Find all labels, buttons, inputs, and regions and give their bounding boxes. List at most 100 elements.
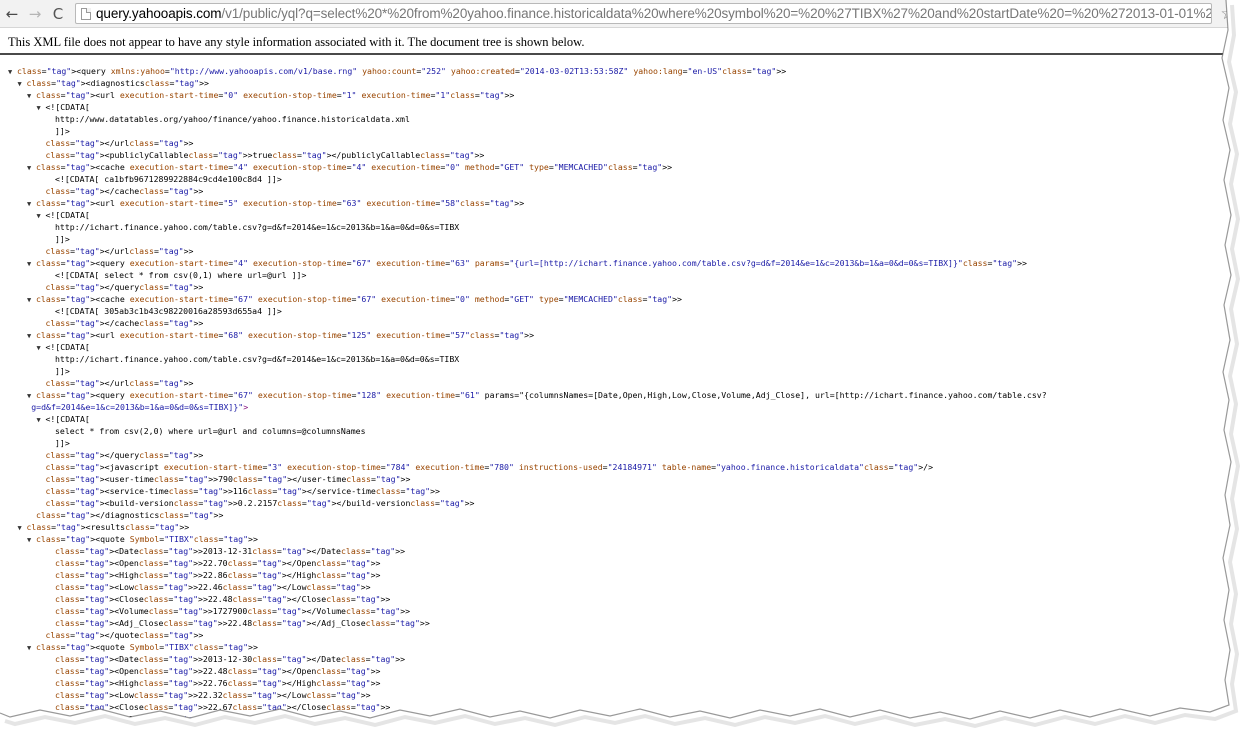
xml-line: g=d&f=2014&e=1&c=2013&b=1&a=0&d=0&s=TIBX… (22, 401, 248, 413)
collapse-triangle-icon[interactable]: ▼ (27, 198, 36, 210)
xml-line-text: class="tag"><Volumeclass="tag">>1743300c… (55, 714, 411, 724)
xml-line: class="tag"></urlclass="tag">> (37, 245, 194, 257)
collapse-triangle-icon[interactable]: ▼ (27, 162, 36, 174)
xml-line-text: <![CDATA[ (45, 102, 90, 112)
xml-node-toggle-line[interactable]: ▼ class="tag"><quote Symbol="TIBX"class="… (27, 533, 258, 545)
xml-line-text: <![CDATA[ (45, 210, 90, 220)
xml-line-text: class="tag"><build-versionclass="tag">>0… (45, 498, 475, 508)
xml-line-text: class="tag"><url execution-start-time="0… (36, 90, 515, 100)
xml-node-toggle-line[interactable]: ▼ class="tag"><quote Symbol="TIBX"class="… (27, 641, 258, 653)
xml-line: class="tag"></urlclass="tag">> (37, 377, 194, 389)
xml-line-text: class="tag"><query execution-start-time=… (36, 390, 1047, 400)
xml-node-toggle-line[interactable]: ▼ class="tag"><resultsclass="tag">> (18, 521, 190, 533)
xml-node-toggle-line[interactable]: ▼ class="tag"><url execution-start-time="… (27, 197, 524, 209)
xml-line-text: class="tag"></urlclass="tag">> (45, 378, 194, 388)
xml-line-text: class="tag"></urlclass="tag">> (45, 138, 194, 148)
xml-line: class="tag"><javascript execution-start-… (37, 461, 934, 473)
address-bar[interactable]: query.yahooapis.com/v1/public/yql?q=sele… (75, 3, 1212, 24)
xml-line: class="tag"><Volumeclass="tag">>1727900c… (46, 605, 410, 617)
collapse-triangle-icon[interactable]: ▼ (37, 210, 46, 222)
xml-line-text: class="tag"></diagnosticsclass="tag">> (36, 510, 224, 520)
xml-line: ]]> (46, 233, 70, 245)
xml-line-text: class="tag"><service-timeclass="tag">>11… (45, 486, 440, 496)
collapse-triangle-icon[interactable]: ▼ (37, 102, 46, 114)
xml-line-text: <![CDATA[ (45, 414, 90, 424)
xml-node-toggle-line[interactable]: ▼ class="tag"><query execution-start-time… (27, 389, 1047, 401)
collapse-triangle-icon[interactable]: ▼ (27, 642, 36, 654)
xml-line-text: ]]> (55, 234, 70, 244)
bookmark-star-icon[interactable]: ☆ (1217, 3, 1239, 25)
xml-line: class="tag"><Closeclass="tag">>22.67clas… (46, 701, 390, 713)
xml-line: class="tag"><Closeclass="tag">>22.48clas… (46, 593, 390, 605)
xml-node-toggle-line[interactable]: ▼ class="tag"><query xmlns:yahoo="http://… (8, 65, 786, 77)
xml-line: http://www.datatables.org/yahoo/finance/… (46, 113, 410, 125)
xml-node-toggle-line[interactable]: ▼ <![CDATA[ (37, 209, 90, 221)
xml-line: class="tag"><Lowclass="tag">>22.46class=… (46, 581, 371, 593)
collapse-triangle-icon[interactable]: ▼ (27, 534, 36, 546)
xml-line-text: class="tag"><cache execution-start-time=… (36, 294, 682, 304)
url-host: query.yahooapis.com (96, 6, 222, 21)
xml-line-text: ]]> (55, 126, 70, 136)
xml-node-toggle-line[interactable]: ▼ <![CDATA[ (37, 101, 90, 113)
xml-line-text: class="tag"></urlclass="tag">> (45, 246, 194, 256)
xml-line-text: class="tag"></cacheclass="tag">> (45, 318, 204, 328)
reload-icon[interactable]: C (48, 4, 68, 24)
xml-line-text: class="tag"></cacheclass="tag">> (45, 186, 204, 196)
xml-line: class="tag"><user-timeclass="tag">>790cl… (37, 473, 411, 485)
xml-line: class="tag"><build-versionclass="tag">>0… (37, 497, 475, 509)
notice-divider (0, 53, 1243, 55)
collapse-triangle-icon[interactable]: ▼ (27, 90, 36, 102)
xml-line: ]]> (46, 365, 70, 377)
xml-line-text: class="tag"><Highclass="tag">>22.86class… (55, 570, 381, 580)
xml-line-text: class="tag"><query xmlns:yahoo="http://w… (17, 66, 787, 76)
xml-line: class="tag"><Openclass="tag">>22.48class… (46, 665, 380, 677)
xml-line-text: <![CDATA[ ca1bfb9671289922884c9cd4e100c8… (55, 174, 282, 184)
xml-line-text: class="tag"></quoteclass="tag">> (45, 630, 204, 640)
xml-line: class="tag"></queryclass="tag">> (37, 281, 204, 293)
xml-line-text: class="tag"><query execution-start-time=… (36, 258, 1027, 268)
xml-line-text: class="tag"><quote Symbol="TIBX"class="t… (36, 534, 258, 544)
xml-line-text: class="tag"><publiclyCallableclass="tag"… (45, 150, 485, 160)
collapse-triangle-icon[interactable]: ▼ (27, 258, 36, 270)
xml-line-text: class="tag"></queryclass="tag">> (45, 282, 204, 292)
collapse-triangle-icon[interactable]: ▼ (8, 66, 17, 78)
collapse-triangle-icon[interactable]: ▼ (18, 78, 27, 90)
xml-line: <![CDATA[ ca1bfb9671289922884c9cd4e100c8… (46, 173, 282, 185)
xml-node-toggle-line[interactable]: ▼ class="tag"><cache execution-start-time… (27, 293, 682, 305)
xml-line-text: class="tag"></queryclass="tag">> (45, 450, 204, 460)
xml-node-toggle-line[interactable]: ▼ class="tag"><query execution-start-time… (27, 257, 1027, 269)
xml-node-toggle-line[interactable]: ▼ class="tag"><diagnosticsclass="tag">> (18, 77, 209, 89)
xml-line: class="tag"><Volumeclass="tag">>1743300c… (46, 713, 410, 725)
xml-line-text: class="tag"><Openclass="tag">>22.48class… (55, 666, 381, 676)
xml-line-text: ]]> (55, 366, 70, 376)
xml-node-toggle-line[interactable]: ▼ class="tag"><cache execution-start-time… (27, 161, 672, 173)
xml-node-toggle-line[interactable]: ▼ <![CDATA[ (37, 341, 90, 353)
collapse-triangle-icon[interactable]: ▼ (18, 522, 27, 534)
xml-node-toggle-line[interactable]: ▼ <![CDATA[ (37, 413, 90, 425)
xml-line: class="tag"><Lowclass="tag">>22.32class=… (46, 689, 371, 701)
xml-line-text: class="tag"><Volumeclass="tag">>1727900c… (55, 606, 411, 616)
back-arrow-icon[interactable]: ← (2, 4, 22, 24)
xml-node-toggle-line[interactable]: ▼ class="tag"><url execution-start-time="… (27, 329, 534, 341)
collapse-triangle-icon[interactable]: ▼ (37, 414, 46, 426)
xml-line: class="tag"><Highclass="tag">>22.86class… (46, 569, 380, 581)
xml-line-text: class="tag"><user-timeclass="tag">>790cl… (45, 474, 411, 484)
collapse-triangle-icon[interactable]: ▼ (27, 330, 36, 342)
xml-line-text: class="tag"><Closeclass="tag">>22.67clas… (55, 702, 391, 712)
xml-line-text: class="tag"><Dateclass="tag">>2013-12-30… (55, 654, 406, 664)
xml-line-text: <![CDATA[ (45, 342, 90, 352)
forward-arrow-icon[interactable]: → (25, 4, 45, 24)
xml-line-text: class="tag"><quote Symbol="TIBX"class="t… (36, 642, 258, 652)
address-url[interactable]: query.yahooapis.com/v1/public/yql?q=sele… (96, 5, 1212, 23)
xml-line: class="tag"><Dateclass="tag">>2013-12-30… (46, 653, 405, 665)
xml-line: class="tag"><service-timeclass="tag">>11… (37, 485, 440, 497)
collapse-triangle-icon[interactable]: ▼ (27, 294, 36, 306)
xml-node-toggle-line[interactable]: ▼ class="tag"><url execution-start-time="… (27, 89, 514, 101)
xml-line-text: http://ichart.finance.yahoo.com/table.cs… (55, 354, 460, 364)
collapse-triangle-icon[interactable]: ▼ (37, 342, 46, 354)
url-path: /v1/public/yql?q=select%20*%20from%20yah… (221, 6, 1212, 21)
xml-line: <![CDATA[ select * from csv(0,1) where u… (46, 269, 306, 281)
xml-line-text: class="tag"><javascript execution-start-… (45, 462, 934, 472)
xml-line: class="tag"></quoteclass="tag">> (37, 629, 204, 641)
xml-line: ]]> (46, 125, 70, 137)
